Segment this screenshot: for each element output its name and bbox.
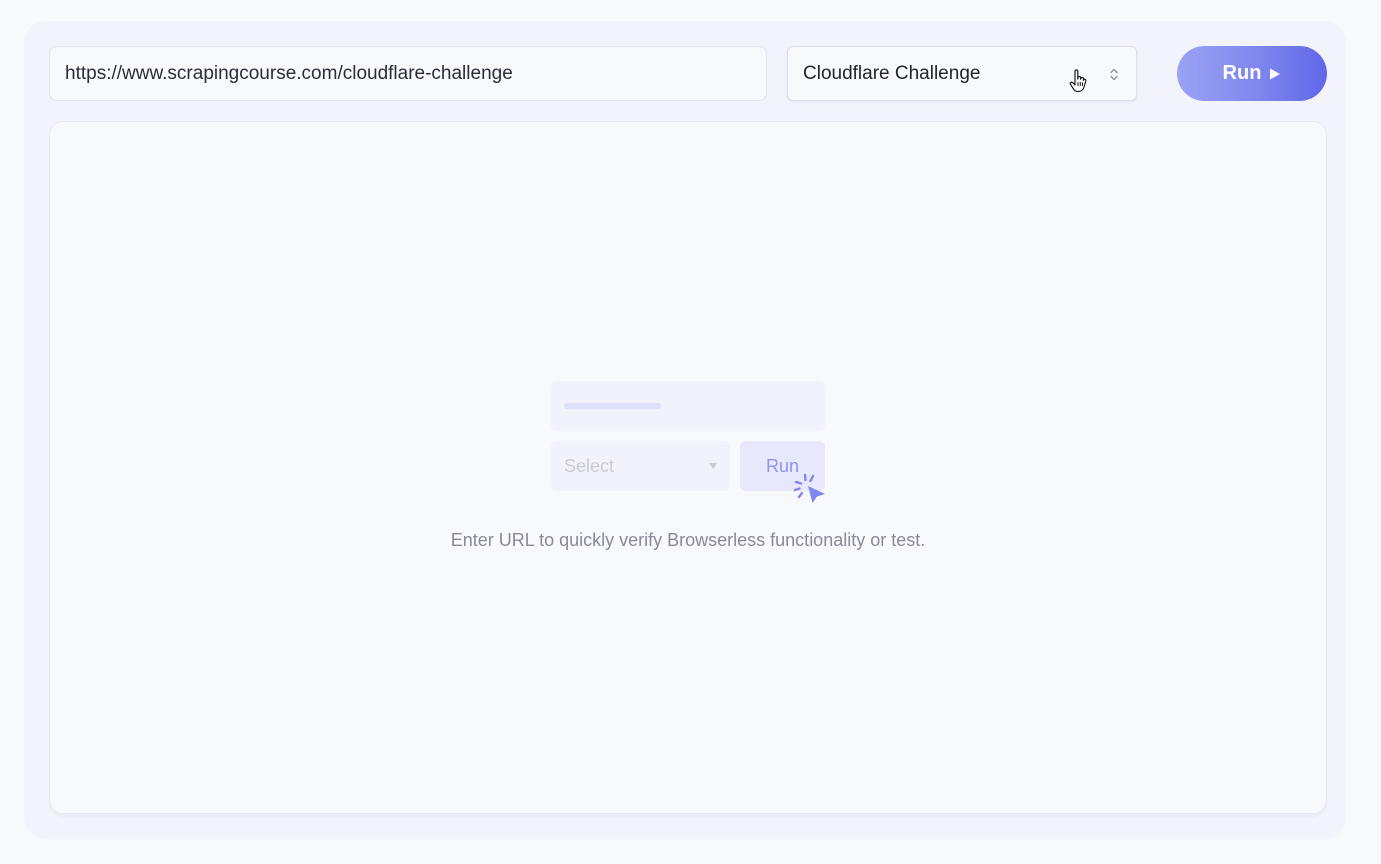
hand-pointer-icon [1069,69,1087,93]
illustration-input [551,381,825,431]
updown-chevron-icon [1110,68,1118,81]
empty-state-illustration: Select Run [550,381,830,511]
empty-state-hint: Enter URL to quickly verify Browserless … [450,530,926,550]
play-icon [1270,68,1281,79]
run-button[interactable]: Run [1177,46,1327,101]
run-button-label: Run [1222,62,1262,84]
illustration-select-label: Select [564,456,615,476]
url-input[interactable] [49,46,767,101]
playground: Cloudflare Challenge Run Select Run [0,0,1381,864]
illustration-input-placeholder-line [564,403,661,409]
illustration-select: Select [551,441,730,491]
click-cursor-icon [793,473,825,503]
caret-down-icon [709,463,717,469]
scenario-select[interactable]: Cloudflare Challenge [787,46,1137,101]
